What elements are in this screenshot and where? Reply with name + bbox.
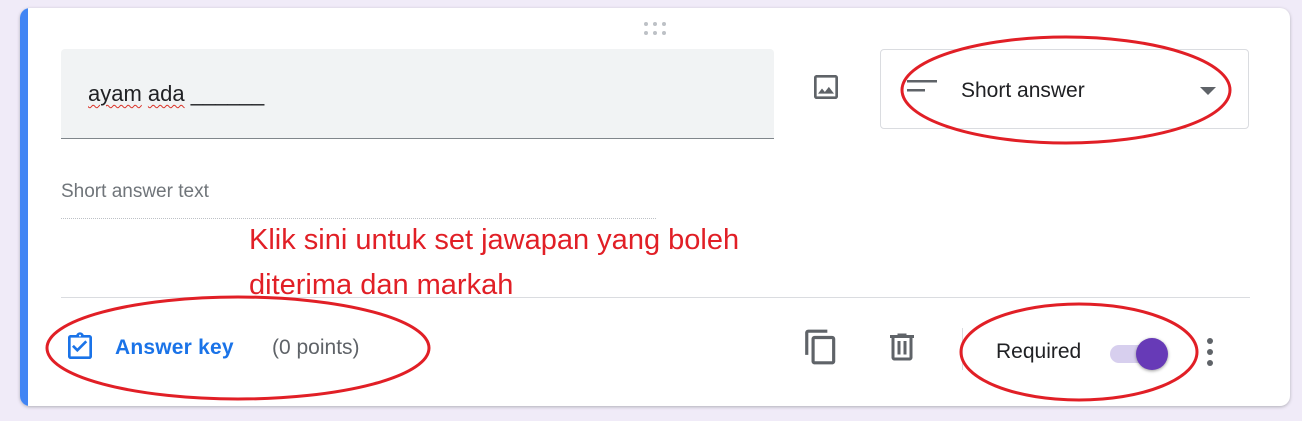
question-card[interactable]: ayam ada ______ Short answer Short answe…	[20, 8, 1290, 406]
short-answer-placeholder: Short answer text	[61, 181, 209, 202]
question-word-2: ada	[147, 81, 185, 106]
question-title-text[interactable]: ayam ada ______	[88, 81, 264, 107]
toggle-thumb[interactable]	[1136, 338, 1168, 370]
answer-key-label: Answer key	[115, 336, 234, 359]
answer-key-button[interactable]: Answer key	[60, 326, 250, 370]
required-toggle[interactable]	[1108, 338, 1168, 370]
more-options-icon[interactable]	[1200, 332, 1220, 372]
question-type-dropdown[interactable]: Short answer	[880, 49, 1249, 129]
footer-divider	[61, 297, 1250, 298]
short-text-lines-icon	[907, 80, 937, 92]
delete-icon[interactable]	[884, 328, 920, 366]
annotation-note: Klik sini untuk set jawapan yang boleh d…	[249, 218, 869, 308]
duplicate-icon[interactable]	[802, 328, 840, 366]
question-word-1: ayam	[88, 81, 142, 106]
active-card-accent-bar	[20, 8, 28, 406]
annotation-line-2: diterima dan markah	[249, 269, 514, 301]
chevron-down-icon	[1200, 87, 1216, 95]
footer-vertical-divider	[962, 328, 963, 370]
points-value: (0 points)	[272, 336, 360, 359]
required-label: Required	[996, 340, 1082, 363]
question-title-field[interactable]: ayam ada ______	[61, 49, 774, 139]
question-type-label: Short answer	[961, 79, 1085, 102]
assignment-check-icon	[68, 332, 92, 359]
annotation-line-1: Klik sini untuk set jawapan yang boleh	[249, 224, 740, 256]
drag-handle-icon[interactable]	[644, 22, 670, 36]
question-blank: ______	[190, 81, 265, 106]
add-image-icon[interactable]	[810, 71, 842, 103]
